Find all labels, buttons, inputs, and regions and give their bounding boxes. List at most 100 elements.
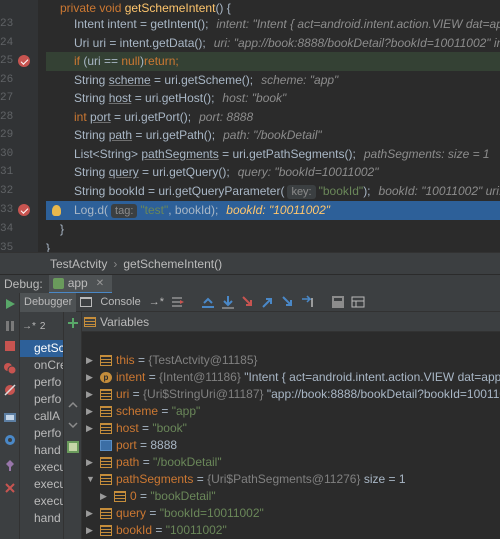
variable-row[interactable]: port = 8888 xyxy=(82,437,500,454)
stack-frame[interactable]: execu xyxy=(20,493,63,510)
stack-frame[interactable]: hand xyxy=(20,510,63,527)
close-debug-icon[interactable] xyxy=(3,481,17,495)
pause-icon[interactable] xyxy=(3,319,17,333)
breadcrumb-method[interactable]: getSchemeIntent() xyxy=(123,257,222,271)
variable-row[interactable]: ▶ bookId = "10011002" xyxy=(82,522,500,539)
expand-arrow-icon[interactable]: ▶ xyxy=(86,386,93,403)
variable-row[interactable]: ▶ query = "bookId=10011002" xyxy=(82,505,500,522)
step-out-icon[interactable] xyxy=(261,295,275,309)
tab-debugger[interactable]: Debugger xyxy=(20,292,77,312)
breakpoint-icon[interactable] xyxy=(18,55,30,67)
breadcrumb-class[interactable]: TestActvity xyxy=(50,257,107,271)
line-number[interactable]: 32 xyxy=(0,182,13,200)
evaluate-expression-icon[interactable] xyxy=(331,295,345,309)
line-number[interactable]: 27 xyxy=(0,89,13,107)
restore-layout-icon[interactable] xyxy=(351,295,365,309)
run-to-cursor-icon[interactable] xyxy=(301,295,315,309)
expand-arrow-icon[interactable]: ▶ xyxy=(86,522,93,539)
step-over-icon[interactable] xyxy=(201,295,215,309)
resume-icon[interactable] xyxy=(3,297,17,311)
frames-list[interactable]: getSconCreperfoperfocallAperfohandexecue… xyxy=(20,340,63,527)
code-line[interactable]: String query = uri.getQuery(); query: "bo… xyxy=(46,163,500,182)
code-line[interactable]: String host = uri.getHost(); host: "book" xyxy=(46,89,500,108)
code-line[interactable]: String path = uri.getPath(); path: "/book… xyxy=(46,126,500,145)
code-line[interactable]: String scheme = uri.getScheme(); scheme: … xyxy=(46,71,500,90)
variable-row[interactable]: ▶ p intent = {Intent@11186} "Intent { act=… xyxy=(82,369,500,386)
expand-arrow-icon[interactable]: ▶ xyxy=(86,505,93,522)
expand-arrow-icon[interactable]: ▶ xyxy=(100,488,107,505)
variables-panel: Variables ▶ this = {TestActvity@11185} ▶ p i… xyxy=(82,312,500,539)
expand-arrow-icon[interactable]: ▶ xyxy=(86,352,93,369)
collapse-arrow-icon[interactable]: ▼ xyxy=(86,471,95,488)
code-line[interactable]: int port = uri.getPort(); port: 8888 xyxy=(46,108,500,127)
editor-gutter[interactable]: 23 24 25 26 27 28 29 30 31 32 33 34 35 xyxy=(0,0,38,252)
code-line[interactable]: List<String> pathSegments = uri.getPathS… xyxy=(46,145,500,164)
code-line[interactable]: Uri uri = intent.getData(); uri: "app://b… xyxy=(46,34,500,53)
code-line-execution-point[interactable]: Log.d(tag: "test", bookId); bookId: "10011… xyxy=(46,201,500,220)
line-number[interactable]: 24 xyxy=(0,34,13,52)
line-number[interactable]: 35 xyxy=(0,239,13,252)
settings-icon[interactable] xyxy=(3,433,17,447)
variable-row[interactable]: ▶ host = "book" xyxy=(82,420,500,437)
stack-frame[interactable]: perfo xyxy=(20,391,63,408)
code-area[interactable]: private void getSchemeIntent() {Intent i… xyxy=(46,0,500,252)
stack-frame[interactable]: hand xyxy=(20,442,63,459)
get-thread-dump-icon[interactable] xyxy=(3,411,17,425)
variable-row[interactable]: ▶ path = "/bookDetail" xyxy=(82,454,500,471)
stack-frame[interactable]: execu xyxy=(20,459,63,476)
code-editor[interactable]: 23 24 25 26 27 28 29 30 31 32 33 34 35 private void … xyxy=(0,0,500,252)
line-number[interactable]: 31 xyxy=(0,163,13,181)
step-into-icon[interactable] xyxy=(221,295,235,309)
variable-type: {Uri$PathSegments@11276} xyxy=(207,472,361,486)
line-number[interactable]: 34 xyxy=(0,220,13,238)
line-number[interactable]: 25 xyxy=(0,52,13,70)
variable-eq: = xyxy=(145,370,160,384)
variable-row[interactable]: ▶ this = {TestActvity@11185} xyxy=(82,352,500,369)
thread-dropdown[interactable]: →* xyxy=(22,321,36,332)
code-line[interactable]: } xyxy=(46,220,500,239)
line-number[interactable]: 30 xyxy=(0,145,13,163)
expand-arrow-icon[interactable]: ▶ xyxy=(86,369,93,386)
add-watch-icon[interactable] xyxy=(66,316,80,330)
stack-frame[interactable]: onCre xyxy=(20,357,63,374)
stack-frame[interactable]: perfo xyxy=(20,374,63,391)
line-number[interactable]: 28 xyxy=(0,108,13,126)
line-number[interactable]: 29 xyxy=(0,126,13,144)
code-line[interactable]: Intent intent = getIntent(); intent: "Int… xyxy=(46,15,500,34)
variable-row[interactable]: ▼ pathSegments = {Uri$PathSegments@11276}… xyxy=(82,471,500,488)
scroll-up-icon[interactable] xyxy=(66,398,80,412)
drop-frame-icon[interactable] xyxy=(281,295,295,309)
console-arrow-icon[interactable]: →* xyxy=(145,293,168,312)
stack-frame[interactable]: getSc xyxy=(20,340,63,357)
variables-tree[interactable]: ▶ this = {TestActvity@11185} ▶ p intent = {I… xyxy=(82,332,500,539)
code-token: = uri.getPath(); xyxy=(132,128,216,142)
stack-frame[interactable]: execu xyxy=(20,476,63,493)
stop-icon[interactable] xyxy=(3,339,17,353)
line-number[interactable]: 26 xyxy=(0,71,13,89)
close-icon[interactable]: ✕ xyxy=(96,278,104,289)
variable-row[interactable]: ▶ 0 = "bookDetail" xyxy=(82,488,500,505)
debug-session-tab[interactable]: app ✕ xyxy=(48,274,113,294)
variable-row[interactable]: ▶ uri = {Uri$StringUri@11187} "app://book… xyxy=(82,386,500,403)
code-line[interactable]: String bookId = uri.getQueryParameter(ke… xyxy=(46,182,500,201)
stack-frame[interactable]: perfo xyxy=(20,425,63,442)
lightbulb-icon[interactable] xyxy=(52,205,61,216)
code-line[interactable]: } xyxy=(46,239,500,252)
line-number[interactable]: 23 xyxy=(0,15,13,33)
variable-row[interactable]: ▶ scheme = "app" xyxy=(82,403,500,420)
expand-arrow-icon[interactable]: ▶ xyxy=(86,420,93,437)
pin-icon[interactable] xyxy=(3,459,17,473)
show-execution-point-icon[interactable] xyxy=(171,295,185,309)
scroll-down-icon[interactable] xyxy=(66,418,80,432)
expand-arrow-icon[interactable]: ▶ xyxy=(86,454,93,471)
force-step-into-icon[interactable] xyxy=(241,295,255,309)
expand-arrow-icon[interactable]: ▶ xyxy=(86,403,93,420)
new-watch-icon[interactable] xyxy=(66,440,80,454)
view-breakpoints-icon[interactable] xyxy=(3,361,17,375)
stack-frame[interactable]: callA xyxy=(20,408,63,425)
line-number[interactable]: 33 xyxy=(0,201,13,219)
code-line[interactable]: if (uri == null)return; xyxy=(46,52,500,71)
mute-breakpoints-icon[interactable] xyxy=(3,383,17,397)
tab-console[interactable]: Console xyxy=(96,293,144,312)
breakpoint-icon[interactable] xyxy=(18,204,30,216)
